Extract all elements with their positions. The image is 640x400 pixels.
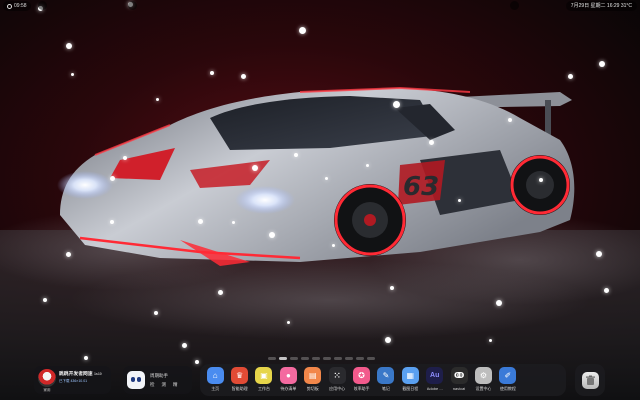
dock-item[interactable]: ⚙ 设置中心	[471, 367, 495, 392]
dock-item-label: 待办清单	[280, 386, 297, 391]
dock-item-label: 设置中心	[475, 386, 492, 391]
page-dot-active[interactable]	[279, 356, 287, 360]
top-bar-button[interactable]	[38, 1, 47, 10]
dock-item-label: 应用中心	[329, 386, 346, 391]
dock-item[interactable]: ▤ 剪切板	[301, 367, 325, 392]
page-dot[interactable]	[367, 356, 375, 360]
adobe-audition-icon[interactable]: Au	[426, 367, 444, 384]
top-left-clock-pill[interactable]: 09:58	[3, 1, 31, 11]
assistant-option[interactable]: 精	[173, 382, 178, 388]
dock-item[interactable]: ▣ 工作台	[252, 367, 276, 392]
tutorial-icon[interactable]: ✐	[499, 367, 517, 384]
top-bar-button[interactable]	[510, 1, 519, 10]
robot-icon[interactable]	[127, 371, 145, 389]
page-dot[interactable]	[301, 356, 309, 360]
apps-grid-icon[interactable]: ⁙	[328, 367, 346, 384]
app-store-icon[interactable]: ✪	[353, 367, 371, 384]
settings-icon[interactable]: ⚙	[474, 367, 492, 384]
dock-item-label: navicat	[452, 386, 466, 391]
dock-item-label: 截图日程	[402, 386, 419, 391]
dock-item[interactable]: ↂ navicat	[447, 367, 471, 391]
note-icon[interactable]: ✎	[377, 367, 395, 384]
dock-item[interactable]: ▦ 截图日程	[398, 367, 422, 392]
dock-item[interactable]: ● 待办清单	[276, 367, 300, 392]
top-status-bar: 09:58 7月29日 星期二 16:29 31°C	[0, 0, 640, 12]
home-icon[interactable]: ⌂	[206, 367, 224, 384]
assistant-title: 周期助手	[150, 372, 168, 378]
page-dot[interactable]	[323, 356, 331, 360]
clock-icon	[7, 3, 12, 9]
dock-item[interactable]: ⌂ 主页	[203, 367, 227, 392]
dock-item[interactable]: ♛ 智能助理	[227, 367, 251, 392]
user-tag: 1s10	[93, 372, 102, 376]
user-profile-widget[interactable]: 家用 跳跳开发者网速 1s10 已下载 436×10.01	[34, 366, 111, 394]
navicat-icon[interactable]: ↂ	[450, 367, 468, 384]
dock-item-label: 笔记	[381, 386, 390, 391]
assistant-widget[interactable]: 周期助手 检 测 精	[123, 366, 192, 394]
dock-item-label: 工作台	[257, 386, 270, 391]
app-dock: ⌂ 主页 ♛ 智能助理 ▣ 工作台 ● 待办清单 ▤ 剪切板 ⁙ 应用中心 ✪ 效率助手 ✎ 笔记 ▦ 截图日程 A…	[200, 364, 566, 396]
calendar-icon[interactable]: ▦	[401, 367, 419, 384]
avatar[interactable]: 家用	[38, 369, 56, 392]
top-left-time: 09:58	[14, 3, 27, 9]
top-bar-button[interactable]	[128, 1, 137, 10]
user-stats: 已下载 436×10.01	[59, 379, 88, 383]
dock-item-label: 效率助手	[353, 386, 370, 391]
page-dot[interactable]	[290, 356, 298, 360]
page-dot[interactable]	[356, 356, 364, 360]
page-indicator[interactable]	[268, 355, 375, 361]
trash-icon[interactable]	[581, 371, 599, 389]
page-dot[interactable]	[268, 356, 276, 360]
dock-item-label: 主页	[211, 386, 220, 391]
page-dot[interactable]	[345, 356, 353, 360]
workspace-icon[interactable]: ▣	[255, 367, 273, 384]
user-name: 跳跳开发者网速 1s10	[59, 372, 102, 377]
dock-trash-area	[575, 364, 605, 396]
tomato-icon[interactable]: ●	[279, 367, 297, 384]
dock-item-label: 智能助理	[231, 386, 248, 391]
desktop-wallpaper: 63	[0, 0, 640, 400]
dock-item-label: 使用教程	[499, 386, 516, 391]
dock-item[interactable]: ⁙ 应用中心	[325, 367, 349, 392]
crown-icon[interactable]: ♛	[231, 367, 249, 384]
dock-item[interactable]: Au Adobe ...	[423, 367, 447, 391]
dock-item[interactable]: ✪ 效率助手	[349, 367, 373, 392]
dock-item-label: 剪切板	[306, 386, 319, 391]
page-dot[interactable]	[312, 356, 320, 360]
page-dot[interactable]	[334, 356, 342, 360]
datetime-weather-text: 7月29日 星期二 16:29 31°C	[570, 3, 632, 9]
assistant-option[interactable]: 检	[150, 382, 155, 388]
avatar-label: 家用	[43, 388, 51, 392]
top-right-datetime-pill[interactable]: 7月29日 星期二 16:29 31°C	[565, 1, 637, 11]
svg-text:63: 63	[403, 172, 439, 202]
dock-item-label: Adobe ...	[426, 386, 443, 391]
assistant-option[interactable]: 测	[162, 382, 167, 388]
dock-item[interactable]: ✎ 笔记	[374, 367, 398, 392]
dock-item[interactable]: ✐ 使用教程	[496, 367, 520, 392]
clipboard-icon[interactable]: ▤	[304, 367, 322, 384]
